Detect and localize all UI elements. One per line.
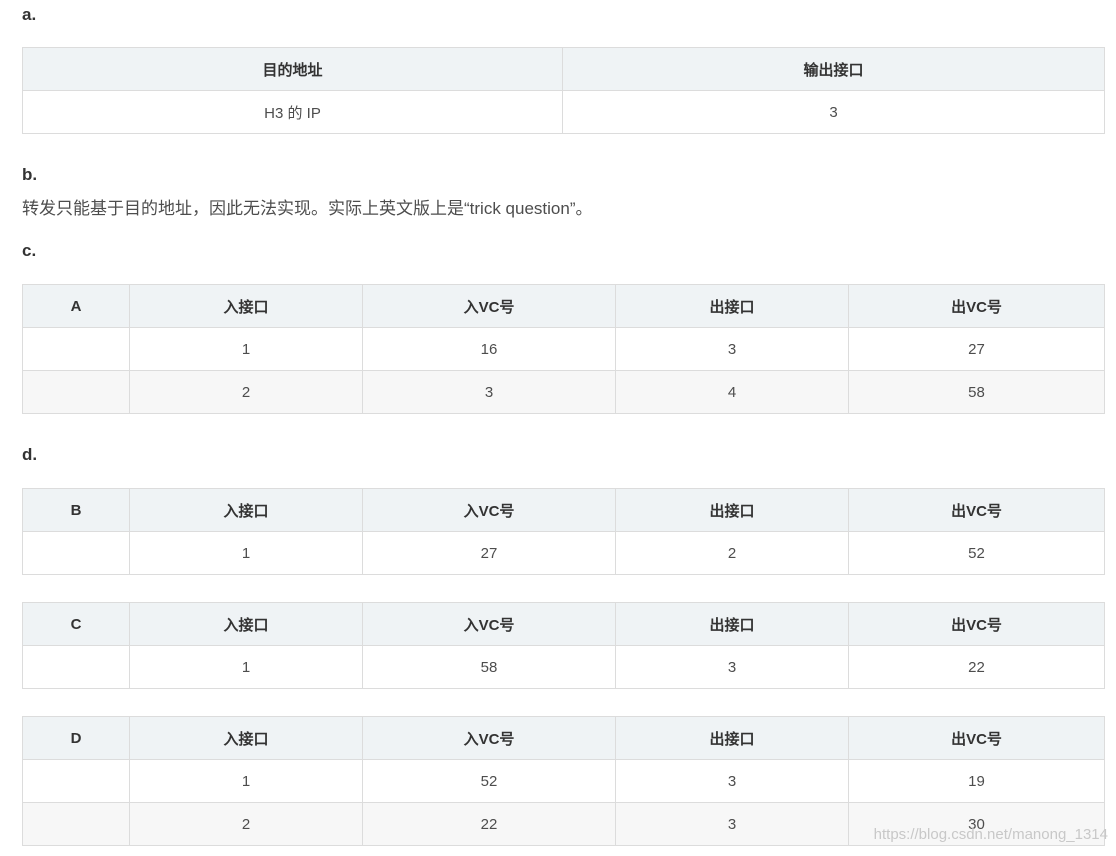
header-in-interface: 入接口 <box>129 284 363 328</box>
header-out-vc: 出VC号 <box>848 716 1105 760</box>
cell-in-interface: 2 <box>129 802 363 846</box>
cell-in-interface: 1 <box>129 759 363 803</box>
table-row: H3 的 IP 3 <box>22 90 1105 134</box>
header-in-vc: 入VC号 <box>362 716 616 760</box>
cell-out-vc: 52 <box>848 531 1105 575</box>
cell-in-interface: 1 <box>129 327 363 371</box>
cell-in-interface: 1 <box>129 531 363 575</box>
cell-out-vc: 27 <box>848 327 1105 371</box>
cell-out-interface: 3 <box>615 327 849 371</box>
cell-out-interface: 2 <box>615 531 849 575</box>
cell-in-vc: 22 <box>362 802 616 846</box>
section-label-c: c. <box>22 241 37 260</box>
table-header-row: B 入接口 入VC号 出接口 出VC号 <box>22 488 1105 532</box>
cell-out-vc: 19 <box>848 759 1105 803</box>
table-row: 1 52 3 19 <box>22 759 1105 803</box>
cell-out-vc: 22 <box>848 645 1105 689</box>
header-router: B <box>22 488 130 532</box>
answer-text-b: 转发只能基于目的地址，因此无法实现。实际上英文版上是“trick questio… <box>22 199 593 218</box>
header-in-interface: 入接口 <box>129 716 363 760</box>
header-router: C <box>22 602 130 646</box>
table-header-row: C 入接口 入VC号 出接口 出VC号 <box>22 602 1105 646</box>
vc-table-b: B 入接口 入VC号 出接口 出VC号 1 27 2 52 <box>22 488 1105 575</box>
cell-in-vc: 16 <box>362 327 616 371</box>
cell-out-interface: 4 <box>615 370 849 414</box>
cell-router <box>22 327 130 371</box>
section-label-d: d. <box>22 445 38 464</box>
table-header-row: 目的地址 输出接口 <box>22 47 1105 91</box>
cell-router <box>22 802 130 846</box>
cell-in-vc: 27 <box>362 531 616 575</box>
watermark: https://blog.csdn.net/manong_1314 <box>873 826 1108 843</box>
cell-out-vc: 58 <box>848 370 1105 414</box>
table-row: 1 27 2 52 <box>22 531 1105 575</box>
cell-router <box>22 759 130 803</box>
cell-out-interface: 3 <box>615 802 849 846</box>
header-destination: 目的地址 <box>22 47 563 91</box>
table-row: 2 3 4 58 <box>22 370 1105 414</box>
cell-in-vc: 3 <box>362 370 616 414</box>
header-out-interface: 出接口 <box>615 716 849 760</box>
cell-in-interface: 1 <box>129 645 363 689</box>
cell-output-interface: 3 <box>562 90 1105 134</box>
header-in-vc: 入VC号 <box>362 284 616 328</box>
header-out-interface: 出接口 <box>615 602 849 646</box>
section-label-a: a. <box>22 5 37 24</box>
cell-destination: H3 的 IP <box>22 90 563 134</box>
header-out-vc: 出VC号 <box>848 488 1105 532</box>
header-output-interface: 输出接口 <box>562 47 1105 91</box>
table-row: 1 58 3 22 <box>22 645 1105 689</box>
header-out-interface: 出接口 <box>615 284 849 328</box>
cell-router <box>22 370 130 414</box>
table-header-row: D 入接口 入VC号 出接口 出VC号 <box>22 716 1105 760</box>
header-in-vc: 入VC号 <box>362 488 616 532</box>
header-out-vc: 出VC号 <box>848 284 1105 328</box>
cell-router <box>22 645 130 689</box>
header-in-interface: 入接口 <box>129 602 363 646</box>
header-out-vc: 出VC号 <box>848 602 1105 646</box>
header-in-vc: 入VC号 <box>362 602 616 646</box>
cell-router <box>22 531 130 575</box>
header-out-interface: 出接口 <box>615 488 849 532</box>
section-label-b: b. <box>22 165 38 184</box>
header-router: D <box>22 716 130 760</box>
cell-in-interface: 2 <box>129 370 363 414</box>
vc-table-a: A 入接口 入VC号 出接口 出VC号 1 16 3 27 2 3 4 58 <box>22 284 1105 414</box>
table-row: 1 16 3 27 <box>22 327 1105 371</box>
routing-table-a: 目的地址 输出接口 H3 的 IP 3 <box>22 47 1105 134</box>
cell-out-interface: 3 <box>615 759 849 803</box>
cell-in-vc: 52 <box>362 759 616 803</box>
table-header-row: A 入接口 入VC号 出接口 出VC号 <box>22 284 1105 328</box>
cell-out-interface: 3 <box>615 645 849 689</box>
header-in-interface: 入接口 <box>129 488 363 532</box>
cell-in-vc: 58 <box>362 645 616 689</box>
header-router: A <box>22 284 130 328</box>
vc-table-c: C 入接口 入VC号 出接口 出VC号 1 58 3 22 <box>22 602 1105 689</box>
